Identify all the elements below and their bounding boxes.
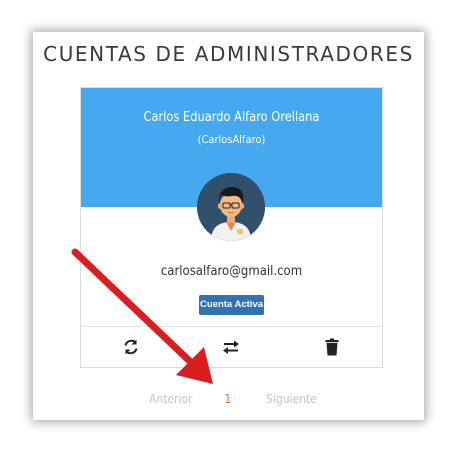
account-email: carlosalfaro@gmail.com [160,264,303,279]
account-username: (CarlosAlfaro) [197,133,266,146]
status-badge: Cuenta Activa [199,295,264,315]
card-actions [81,326,382,368]
account-full-name: Carlos Eduardo Alfaro Orellana [143,110,320,125]
pagination-next[interactable]: Siguiente [266,392,317,406]
panel-title: CUENTAS DE ADMINISTRADORES [43,42,414,66]
pagination-page-1[interactable]: 1 [224,392,232,406]
swap-arrows-icon [223,340,239,354]
delete-button[interactable] [321,336,343,358]
refresh-button[interactable] [120,336,142,358]
trash-icon [325,338,339,356]
transfer-button[interactable] [220,336,242,358]
page: CUENTAS DE ADMINISTRADORES Carlos Eduard… [0,0,457,454]
admin-accounts-panel: CUENTAS DE ADMINISTRADORES Carlos Eduard… [33,32,424,420]
pagination: Anterior 1 Siguiente [33,390,424,410]
pagination-previous[interactable]: Anterior [149,392,193,406]
user-avatar-glasses-icon [197,173,265,241]
refresh-icon [124,339,138,355]
account-card: Carlos Eduardo Alfaro Orellana (CarlosAl… [80,87,383,368]
